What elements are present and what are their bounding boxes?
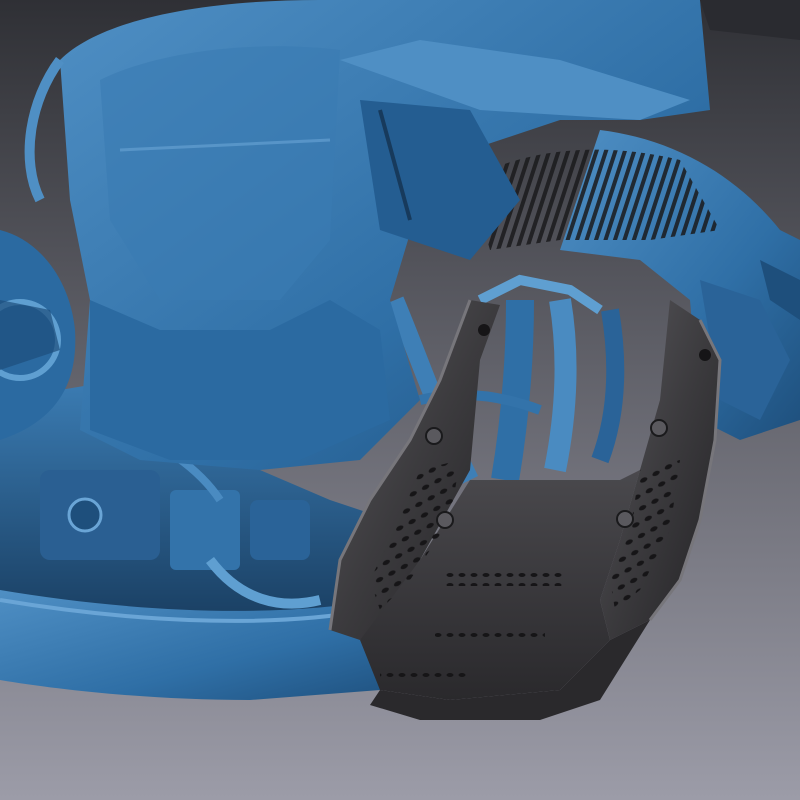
bolt bbox=[650, 419, 668, 437]
3d-scan-viewport[interactable] bbox=[0, 0, 800, 800]
bolt bbox=[436, 511, 454, 529]
bolt bbox=[425, 427, 443, 445]
scan-render bbox=[0, 0, 800, 800]
bolt bbox=[616, 510, 634, 528]
